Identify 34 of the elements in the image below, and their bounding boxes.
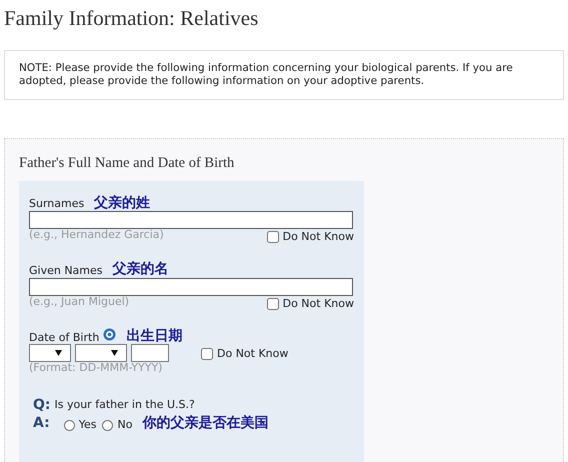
checkbox-label: Do Not Know [217,348,288,361]
info-icon[interactable] [103,328,116,342]
caret-icon [55,350,62,356]
annotation-text: 出生日期 [126,328,182,344]
hint-text: (Format: DD-MMM-YYYY) [29,362,164,375]
checkbox[interactable] [266,231,279,244]
note-text: NOTE: Please provide the following information concerning your biological parents. If you are adopted, please provide the following information on your adoptive parents. [4,50,564,100]
checkbox-label: Do Not Know [282,298,354,310]
radio-label: Yes [78,419,96,432]
annotation-text: 你的父亲是否在美国 [142,415,268,432]
field-label: Date of Birth [29,332,100,344]
caret-icon [111,350,118,356]
text-input[interactable] [29,210,353,229]
field-label: Surnames [29,198,84,211]
year-input[interactable] [131,344,169,362]
q-label: Q: [33,396,50,414]
page-title: Family Information: Relatives [4,5,260,32]
question-text: Is your father in the U.S.? [54,398,195,412]
checkbox[interactable] [266,298,279,310]
day-select[interactable] [29,344,71,362]
checkbox-label: Do Not Know [282,230,354,244]
radio-label: No [117,419,132,432]
radio-button[interactable] [64,420,75,431]
checkbox[interactable] [201,348,213,360]
annotation-text: 父亲的姓 [94,194,150,211]
text-input[interactable] [29,278,353,296]
field-label: Given Names [29,264,103,278]
section-heading: Father's Full Name and Date of Birth [19,154,236,173]
a-label: A: [33,415,50,432]
hint-text: (e.g., Juan Miguel) [29,296,130,310]
month-select[interactable] [75,344,127,362]
radio-button[interactable] [102,420,114,431]
hint-text: (e.g., Hernandez Garcia) [29,228,164,243]
annotation-text: 父亲的名 [112,261,169,278]
